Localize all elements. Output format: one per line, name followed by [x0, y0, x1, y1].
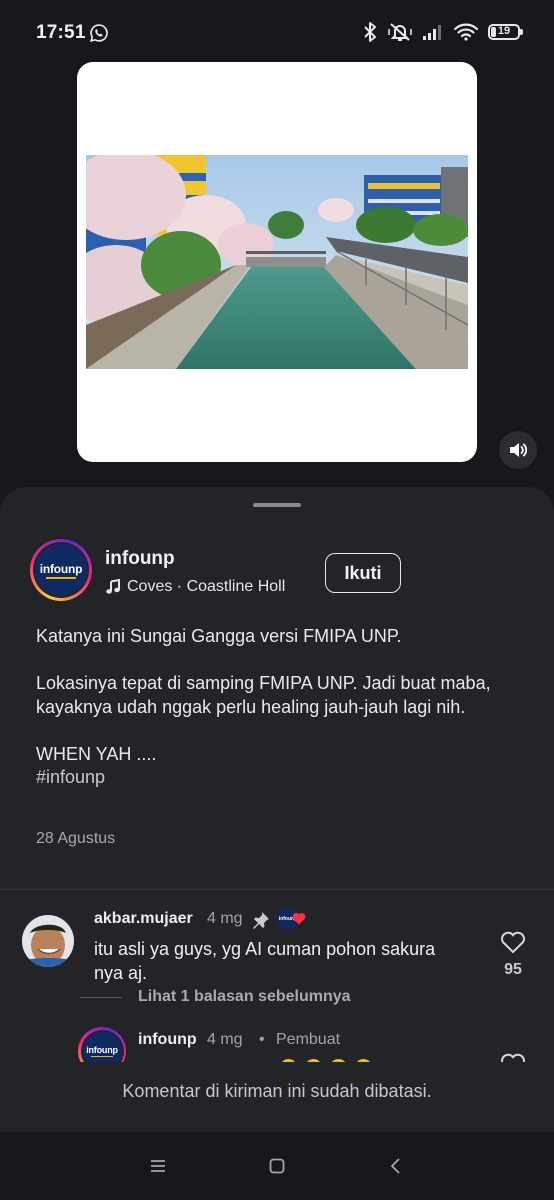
audio-track-title: Coves · Coastline Holl — [127, 578, 286, 595]
heart-filled-icon — [292, 913, 306, 925]
view-replies-button[interactable]: Lihat 1 balasan sebelumnya — [138, 988, 351, 1006]
post-details-sheet: infounp infounp Coves · Coastline Holl I… — [0, 487, 554, 1132]
menu-icon — [151, 1160, 165, 1172]
sheet-drag-handle[interactable] — [253, 503, 301, 507]
speaker-volume-icon — [510, 443, 527, 457]
heart-outline-icon[interactable] — [500, 930, 526, 954]
caption-line: Lokasinya tepat di samping FMIPA UNP. Ja… — [36, 673, 491, 717]
back-chevron-icon — [390, 1158, 400, 1174]
sound-toggle-button[interactable] — [499, 431, 537, 469]
author-username[interactable]: infounp — [105, 548, 175, 570]
post-photo — [86, 155, 468, 369]
pin-icon — [253, 912, 269, 929]
battery-icon: 19 — [488, 24, 523, 40]
battery-level: 19 — [497, 25, 511, 37]
caption-line: Katanya ini Sungai Gangga versi FMIPA UN… — [36, 626, 402, 646]
music-note-icon — [106, 579, 120, 594]
comments-restricted-text: Komentar di kiriman ini sudah dibatasi. — [122, 1081, 432, 1101]
status-time: 17:51 — [36, 22, 86, 43]
back-button[interactable] — [384, 1155, 408, 1177]
bluetooth-icon — [364, 22, 376, 42]
comment-username[interactable]: akbar.mujaer — [94, 910, 193, 928]
whatsapp-icon — [90, 24, 108, 42]
comment-like-count: 95 — [504, 961, 522, 978]
cellular-signal-icon — [423, 25, 441, 40]
wifi-icon — [454, 23, 478, 41]
hashtag-link[interactable]: #infounp — [36, 766, 526, 790]
divider — [0, 889, 554, 890]
commenter-avatar[interactable] — [22, 915, 74, 967]
creator-label: Pembuat — [276, 1031, 341, 1048]
post-media[interactable] — [77, 62, 477, 462]
post-date: 28 Agustus — [36, 830, 116, 847]
home-square-icon — [269, 1158, 285, 1174]
caption-line: WHEN YAH .... — [36, 743, 157, 764]
silent-vibrate-icon — [388, 23, 412, 41]
reply-username[interactable]: infounp — [138, 1031, 197, 1049]
author-avatar[interactable]: infounp — [30, 539, 92, 601]
audio-track[interactable]: Coves · Coastline Holl — [105, 575, 310, 599]
post-caption: Katanya ini Sungai Gangga versi FMIPA UN… — [36, 625, 526, 790]
reply-thread-line — [80, 997, 122, 998]
reply-time: 4 mg — [207, 1031, 243, 1048]
separator-dot: • — [259, 1031, 265, 1048]
recent-apps-button[interactable] — [146, 1155, 170, 1177]
follow-button[interactable]: Ikuti — [325, 553, 401, 593]
comment-time: 4 mg — [207, 910, 243, 927]
status-bar: 17:51 19 — [0, 0, 554, 62]
home-button[interactable] — [265, 1155, 289, 1177]
comment-text: itu asli ya guys, yg AI cuman pohon saku… — [94, 939, 436, 983]
